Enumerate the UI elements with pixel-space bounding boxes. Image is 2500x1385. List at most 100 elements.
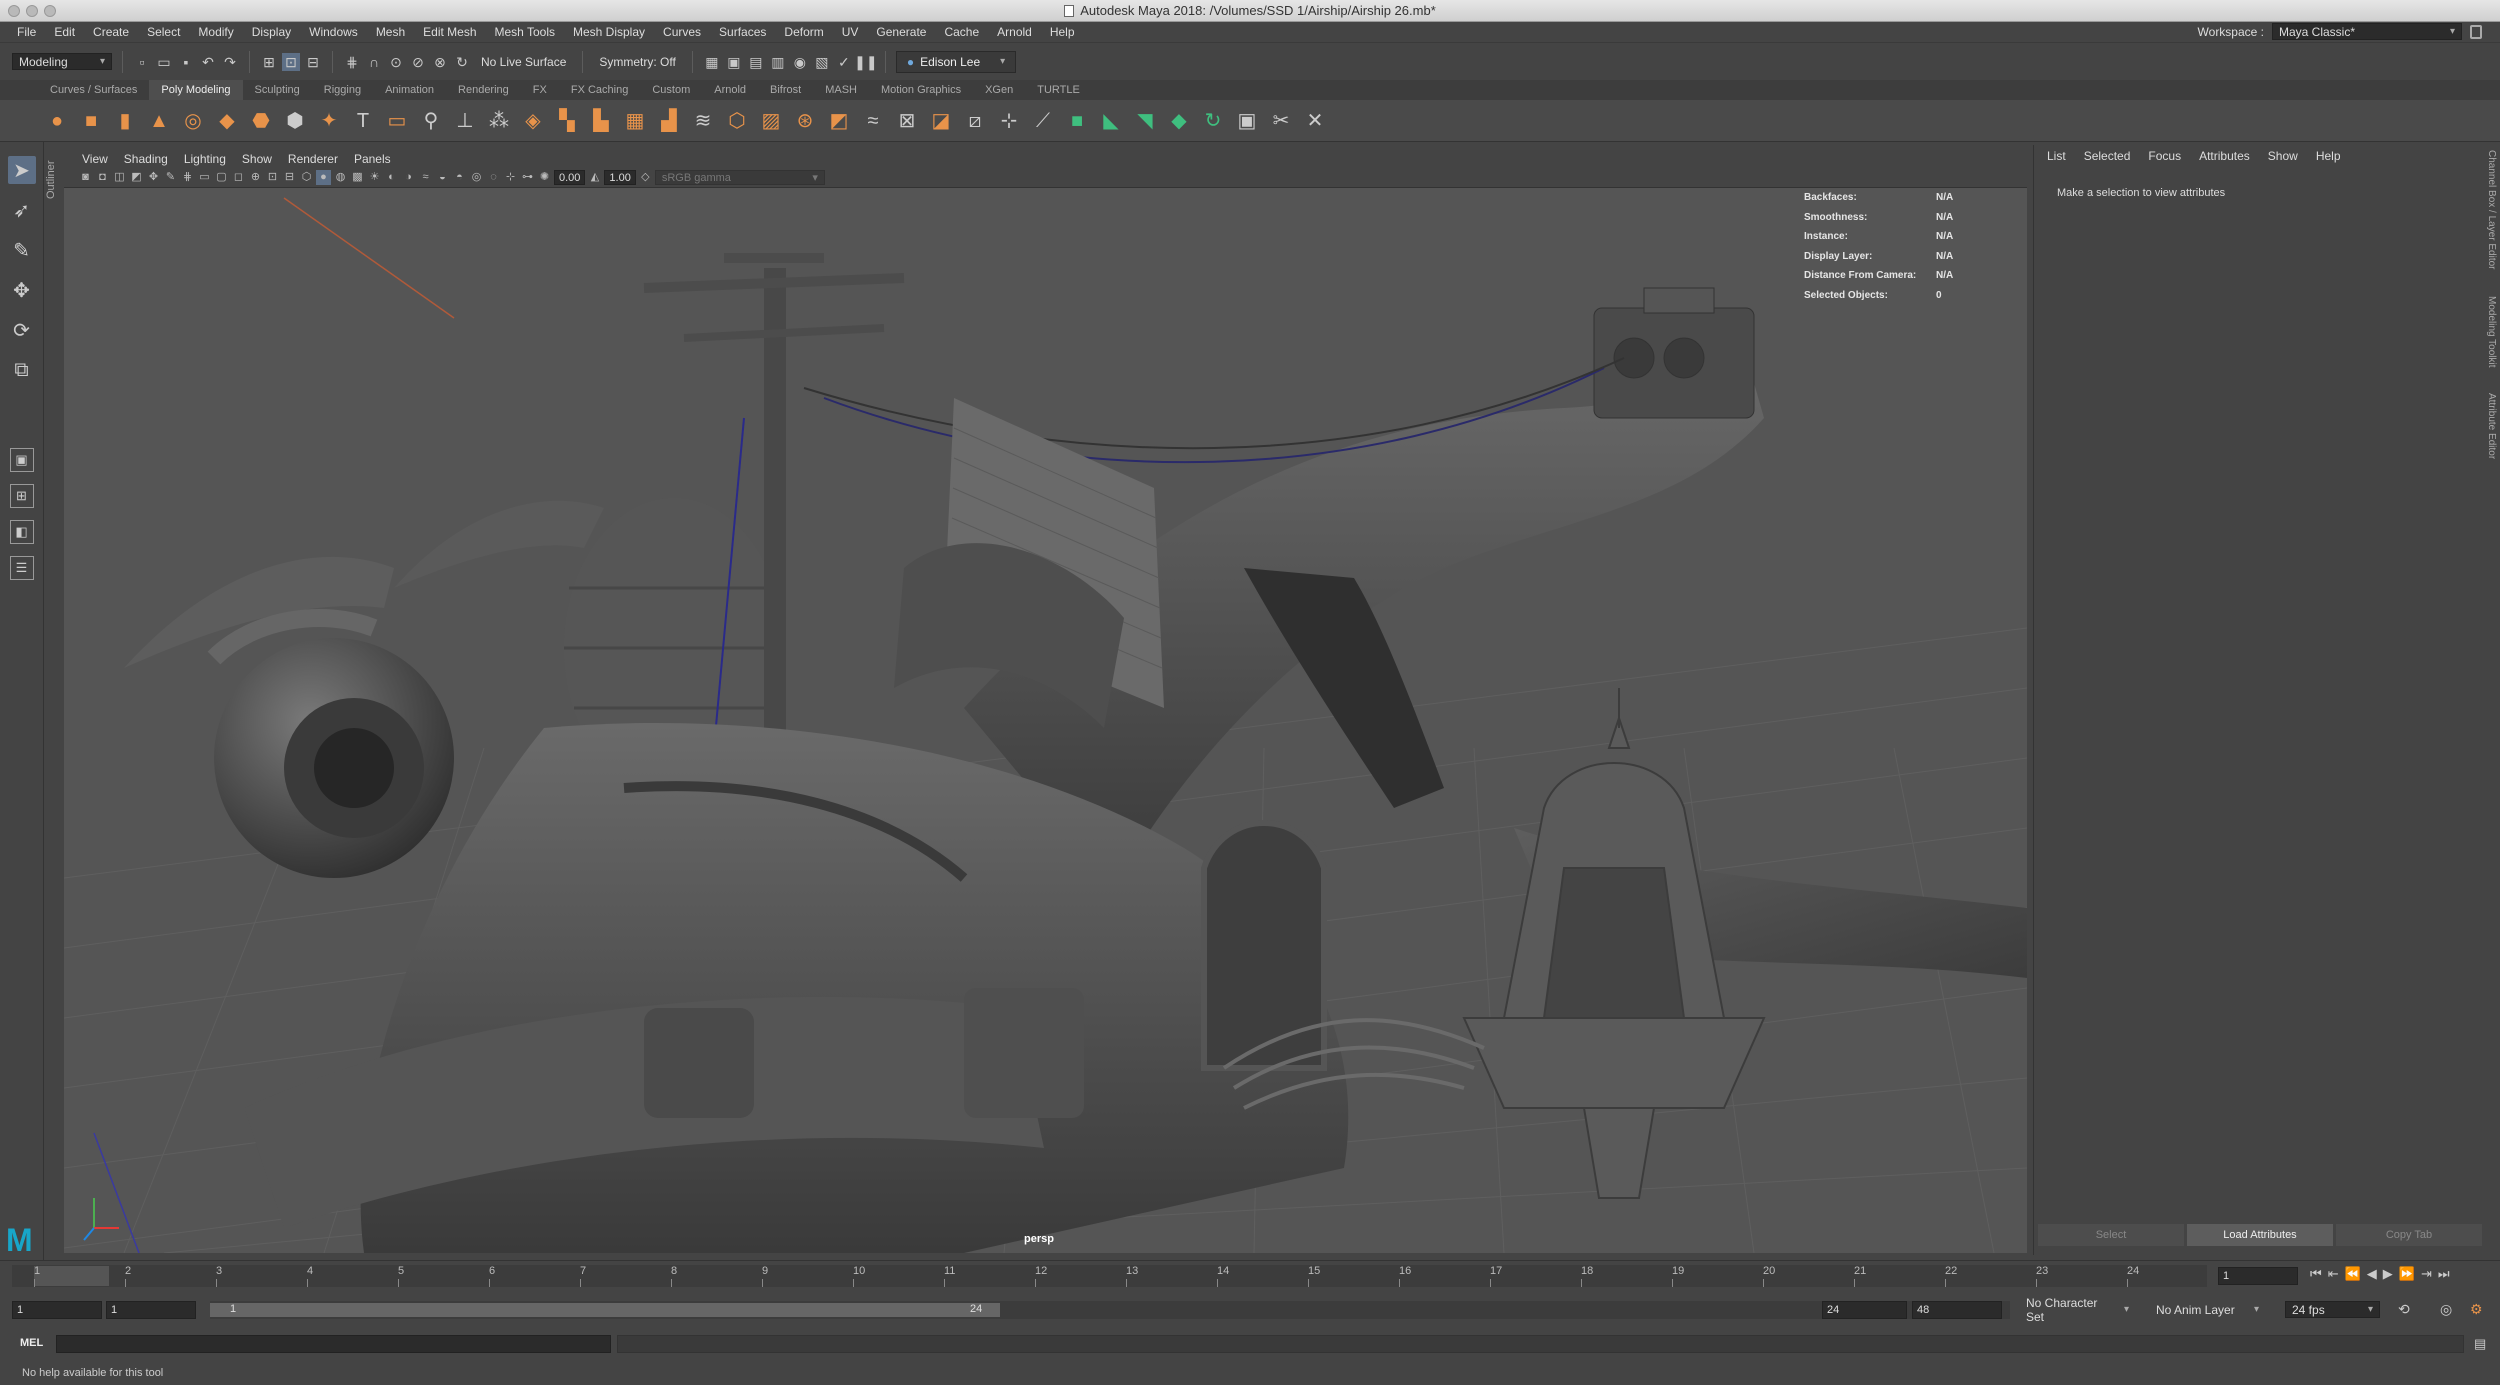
view-transform-dropdown[interactable]: sRGB gamma ▾ — [654, 170, 825, 185]
automatic-map-icon[interactable]: ↻ — [1200, 108, 1226, 134]
boolean-icon[interactable]: ▟ — [656, 108, 682, 134]
grid-toggle-icon[interactable]: ⋕ — [180, 170, 195, 185]
image-plane-icon[interactable]: ◩ — [129, 170, 144, 185]
resolution-gate-icon[interactable]: ▢ — [214, 170, 229, 185]
select-button[interactable]: Select — [2038, 1224, 2184, 1246]
move-tool-icon[interactable]: ✥ — [8, 276, 36, 304]
start-time-field[interactable]: 1 — [12, 1301, 102, 1319]
gamma-icon[interactable]: ◭ — [587, 170, 602, 185]
outliner-tab[interactable]: Outliner — [45, 150, 61, 210]
bevel-icon[interactable]: ◩ — [826, 108, 852, 134]
channel-box-tab[interactable]: Channel Box / Layer Editor — [2486, 150, 2497, 270]
shelf-tab-curves-surfaces[interactable]: Curves / Surfaces — [38, 80, 149, 100]
zoom-window-button[interactable] — [44, 5, 56, 17]
bookmark-icon[interactable]: ◫ — [112, 170, 127, 185]
shelf-tab-mash[interactable]: MASH — [813, 80, 869, 100]
menu-select[interactable]: Select — [138, 25, 189, 39]
hypershade-icon[interactable]: ◉ — [791, 53, 809, 71]
menu-modify[interactable]: Modify — [189, 25, 242, 39]
select-component-icon[interactable]: ⊟ — [304, 53, 322, 71]
single-pane-layout-icon[interactable]: ▣ — [9, 448, 34, 472]
anti-aliasing-icon[interactable]: ◒ — [435, 170, 450, 185]
arnold-render-view-icon[interactable]: ▧ — [813, 53, 831, 71]
svg-icon[interactable]: ▭ — [384, 108, 410, 134]
menu-create[interactable]: Create — [84, 25, 138, 39]
cylindrical-map-icon[interactable]: ◥ — [1132, 108, 1158, 134]
live-surface-label[interactable]: No Live Surface — [475, 55, 572, 69]
viewport-menu-panels[interactable]: Panels — [346, 152, 399, 166]
perspective-viewport[interactable]: Backfaces: N/A Smoothness: N/A Instance: N/… — [64, 188, 2027, 1253]
end-time-field[interactable]: 48 — [1912, 1301, 2002, 1319]
camera-select-icon[interactable]: ◙ — [78, 170, 93, 185]
menu-windows[interactable]: Windows — [300, 25, 367, 39]
menu-edit[interactable]: Edit — [45, 25, 84, 39]
lock-icon[interactable] — [2470, 24, 2482, 39]
range-handle[interactable] — [210, 1303, 1000, 1317]
close-window-button[interactable] — [8, 5, 20, 17]
use-all-lights-icon[interactable]: ☀ — [367, 170, 382, 185]
xray-components-icon[interactable]: ⊶ — [520, 170, 535, 185]
command-input[interactable] — [56, 1335, 611, 1353]
shelf-tab-poly-modeling[interactable]: Poly Modeling — [149, 80, 243, 100]
animation-prefs-icon[interactable]: ⚙ — [2470, 1301, 2483, 1318]
viewport-menu-lighting[interactable]: Lighting — [176, 152, 234, 166]
time-slider-bar[interactable]: 1 2 3 4 5 6 7 8 9 10 11 12 13 14 15 16 17 18 19 20 21 22 23 24 — [12, 1265, 2207, 1287]
combine-icon[interactable]: ◈ — [520, 108, 546, 134]
make-live-icon[interactable]: ⊗ — [431, 53, 449, 71]
shelf-tab-fx-caching[interactable]: FX Caching — [559, 80, 640, 100]
scale-tool-icon[interactable]: ⧉ — [8, 356, 36, 384]
poly-cylinder-icon[interactable]: ▮ — [112, 108, 138, 134]
gamma-field[interactable]: 1.00 — [604, 170, 636, 185]
screen-space-ao-icon[interactable]: ◑ — [401, 170, 416, 185]
poly-plane-icon[interactable]: ◆ — [214, 108, 240, 134]
snap-curve-icon[interactable]: ∩ — [365, 53, 383, 71]
attr-menu-focus[interactable]: Focus — [2139, 149, 2190, 163]
snap-view-plane-icon[interactable]: ⊘ — [409, 53, 427, 71]
poly-cone-icon[interactable]: ▲ — [146, 108, 172, 134]
paint-select-tool-icon[interactable]: ✎ — [8, 236, 36, 264]
shelf-tab-motion-graphics[interactable]: Motion Graphics — [869, 80, 973, 100]
open-scene-icon[interactable]: ▭ — [155, 53, 173, 71]
render-view-icon[interactable]: ▦ — [703, 53, 721, 71]
extract-icon[interactable]: ▙ — [588, 108, 614, 134]
poly-type-icon[interactable]: T — [350, 108, 376, 134]
menu-curves[interactable]: Curves — [654, 25, 710, 39]
shelf-tab-sculpting[interactable]: Sculpting — [243, 80, 312, 100]
spherical-map-icon[interactable]: ◆ — [1166, 108, 1192, 134]
select-object-icon[interactable]: ⊡ — [282, 52, 300, 71]
attr-menu-list[interactable]: List — [2038, 149, 2075, 163]
fps-dropdown[interactable]: 24 fps — [2285, 1301, 2380, 1318]
ipr-render-icon[interactable]: ▤ — [747, 53, 765, 71]
safe-action-icon[interactable]: ⊡ — [265, 170, 280, 185]
menu-uv[interactable]: UV — [833, 25, 868, 39]
go-to-end-icon[interactable]: ⏭ — [2438, 1266, 2450, 1282]
xray-joints-icon[interactable]: ⊹ — [503, 170, 518, 185]
super-shape-icon[interactable]: ✦ — [316, 108, 342, 134]
character-set-dropdown[interactable]: No Character Set — [2020, 1296, 2135, 1324]
attribute-editor-tab[interactable]: Attribute Editor — [2486, 393, 2497, 459]
depth-of-field-icon[interactable]: ◓ — [452, 170, 467, 185]
step-forward-frame-icon[interactable]: ⏩ — [2399, 1266, 2415, 1282]
menu-deform[interactable]: Deform — [775, 25, 832, 39]
attr-menu-attributes[interactable]: Attributes — [2190, 149, 2259, 163]
window-controls[interactable] — [8, 5, 56, 17]
shelf-tab-rigging[interactable]: Rigging — [312, 80, 373, 100]
viewport-menu-view[interactable]: View — [74, 152, 116, 166]
target-weld-icon[interactable]: ⊹ — [996, 108, 1022, 134]
rotate-tool-icon[interactable]: ⟳ — [8, 316, 36, 344]
go-to-start-icon[interactable]: ⏮ — [2310, 1266, 2322, 1282]
motion-blur-icon[interactable]: ≈ — [418, 170, 433, 185]
quadrangulate-icon[interactable]: ⁂ — [486, 108, 512, 134]
separate-icon[interactable]: ▚ — [554, 108, 580, 134]
copy-tab-button[interactable]: Copy Tab — [2336, 1224, 2482, 1246]
textured-icon[interactable]: ▩ — [350, 170, 365, 185]
platonic-solid-icon[interactable]: ⬢ — [282, 108, 308, 134]
shelf-tab-animation[interactable]: Animation — [373, 80, 446, 100]
loop-icon[interactable]: ⟲ — [2398, 1301, 2410, 1318]
current-time-indicator[interactable] — [34, 1266, 109, 1286]
retopo-icon[interactable]: ▨ — [758, 108, 784, 134]
mirror-icon[interactable]: ⊥ — [452, 108, 478, 134]
fill-hole-icon[interactable]: ⊛ — [792, 108, 818, 134]
modeling-toolkit-tab[interactable]: Modeling Toolkit — [2486, 296, 2497, 368]
menu-display[interactable]: Display — [243, 25, 300, 39]
